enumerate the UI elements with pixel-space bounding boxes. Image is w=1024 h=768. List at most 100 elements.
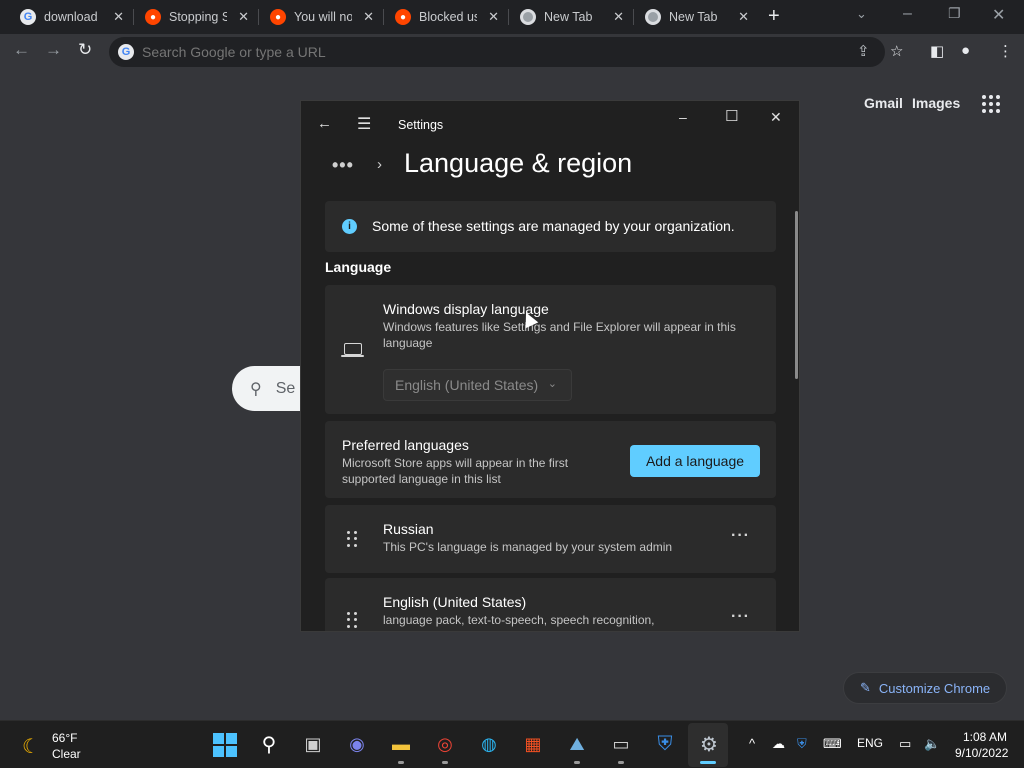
running-indicator	[442, 761, 448, 764]
running-indicator	[398, 761, 404, 764]
forward-icon[interactable]: →	[45, 40, 62, 60]
file-explorer-icon[interactable]: ▬	[388, 731, 414, 757]
settings-titlebar: ← ☰ Settings – ☐ ✕	[301, 101, 799, 149]
running-indicator	[618, 761, 624, 764]
back-icon[interactable]: ←	[13, 40, 30, 60]
settings-gear-icon[interactable]: ⚙	[696, 731, 722, 757]
google-icon: G	[20, 9, 36, 25]
running-indicator	[574, 761, 580, 764]
close-icon[interactable]: ✕	[488, 9, 499, 25]
language-name: English (United States)	[383, 594, 527, 610]
hamburger-menu-icon[interactable]: ☰	[357, 114, 371, 134]
side-panel-icon[interactable]: ◧	[930, 42, 944, 60]
maximize-icon[interactable]: ☐	[725, 107, 738, 125]
back-icon[interactable]: ←	[317, 115, 332, 132]
close-icon[interactable]: ✕	[613, 9, 624, 25]
apps-grid-icon[interactable]	[982, 95, 1000, 113]
close-icon[interactable]: ✕	[738, 9, 749, 25]
tab-search-icon[interactable]: ⌄	[856, 6, 867, 22]
edge-icon[interactable]: ◍	[476, 731, 502, 757]
browser-tab[interactable]: G download ✕	[0, 0, 134, 34]
weather-condition[interactable]: Clear	[52, 747, 81, 761]
language-detail: This PC's language is managed by your sy…	[383, 540, 673, 554]
gmail-link[interactable]: Gmail	[864, 95, 903, 111]
tab-title: Stopping S	[169, 10, 227, 24]
tab-title: You will no	[294, 10, 352, 24]
address-input[interactable]	[142, 44, 742, 60]
share-icon[interactable]: ⇪	[857, 42, 870, 60]
scrollbar[interactable]	[795, 211, 798, 379]
settings-window: ← ☰ Settings – ☐ ✕ ••• › Language & regi…	[300, 100, 800, 632]
taskbar: ☾ 66°F Clear ⚲ ▣ ◉ ▬ ◎ ◍ ▦ ⛰ ▭ ⛨ ⚙ ^ ☁ ⛨…	[0, 720, 1024, 768]
info-icon: i	[342, 219, 357, 234]
display-language-dropdown[interactable]: English (United States) ⌄	[383, 369, 572, 401]
preferred-languages-card: Preferred languages Microsoft Store apps…	[325, 421, 776, 498]
laptop-icon	[341, 343, 364, 357]
chrome-icon	[645, 9, 661, 25]
search-icon[interactable]: ⚲	[256, 731, 282, 757]
keyboard-icon[interactable]: ⌨	[823, 736, 842, 752]
browser-tab[interactable]: New Tab ✕	[500, 0, 634, 34]
new-tab-button[interactable]: +	[768, 5, 780, 28]
bookmark-star-icon[interactable]: ☆	[890, 42, 903, 60]
clock-date[interactable]: 9/10/2022	[955, 746, 1008, 760]
network-icon[interactable]: ▭	[899, 736, 911, 752]
more-options-icon[interactable]: ···	[731, 608, 750, 626]
browser-tab[interactable]: ● Blocked us ✕	[375, 0, 509, 34]
tab-title: download	[44, 10, 98, 24]
reddit-icon: ●	[270, 9, 286, 25]
close-icon[interactable]: ✕	[238, 9, 249, 25]
list-item[interactable]: Russian This PC's language is managed by…	[325, 505, 776, 573]
chat-icon[interactable]: ◉	[344, 731, 370, 757]
close-window-icon[interactable]: ✕	[770, 109, 782, 126]
menu-icon[interactable]: ⋮	[998, 42, 1013, 60]
display-language-subtitle: Windows features like Settings and File …	[383, 320, 736, 334]
terminal-icon[interactable]: ▭	[608, 731, 634, 757]
volume-icon[interactable]: 🔈	[924, 736, 940, 752]
active-indicator	[700, 761, 716, 764]
show-hidden-icons-chevron-icon[interactable]: ^	[749, 736, 755, 751]
browser-tab[interactable]: ● Stopping S ✕	[125, 0, 259, 34]
chrome-icon	[520, 9, 536, 25]
breadcrumb-overflow-icon[interactable]: •••	[332, 155, 354, 176]
list-item[interactable]: English (United States) language pack, t…	[325, 578, 776, 631]
language-detail: language pack, text-to-speech, speech re…	[383, 613, 655, 627]
minimize-icon[interactable]: –	[903, 5, 912, 23]
restore-icon[interactable]: ❐	[948, 5, 961, 22]
photos-icon[interactable]: ⛰	[564, 731, 590, 757]
customize-chrome-button[interactable]: ✎ Customize Chrome	[843, 672, 1007, 704]
cloud-offline-icon[interactable]: ☁	[772, 736, 785, 752]
browser-tab-active[interactable]: New Tab ✕	[625, 0, 759, 34]
profile-icon[interactable]: ●	[961, 42, 970, 59]
store-icon[interactable]: ▦	[520, 731, 546, 757]
window-title: Settings	[398, 118, 444, 132]
task-view-icon[interactable]: ▣	[300, 731, 326, 757]
windows-start-icon[interactable]	[213, 733, 237, 757]
tab-title: New Tab	[544, 10, 593, 24]
chrome-icon[interactable]: ◎	[432, 731, 458, 757]
add-language-button[interactable]: Add a language	[630, 445, 760, 477]
tab-strip: G download ✕ ● Stopping S ✕ ● You will n…	[0, 0, 1024, 34]
security-shield-icon[interactable]: ⛨	[652, 731, 678, 757]
input-language[interactable]: ENG	[857, 736, 883, 750]
images-link[interactable]: Images	[912, 95, 960, 111]
moon-icon[interactable]: ☾	[22, 734, 40, 759]
drag-handle-icon[interactable]	[347, 612, 358, 628]
preferred-languages-subtitle: supported language in this list	[342, 472, 501, 486]
tab-title: New Tab	[669, 10, 718, 24]
browser-tab[interactable]: ● You will no ✕	[250, 0, 384, 34]
drag-handle-icon[interactable]	[347, 531, 358, 547]
page-title: Language & region	[404, 148, 633, 178]
more-options-icon[interactable]: ···	[731, 527, 750, 545]
reddit-icon: ●	[145, 9, 161, 25]
defender-warning-icon[interactable]: ⛨	[797, 736, 807, 752]
clock-time[interactable]: 1:08 AM	[963, 730, 1007, 744]
close-icon[interactable]: ✕	[363, 9, 374, 25]
close-window-icon[interactable]: ✕	[992, 5, 1005, 25]
chevron-down-icon: ⌄	[547, 378, 557, 390]
close-icon[interactable]: ✕	[113, 9, 124, 25]
address-bar[interactable]: G ⇪	[109, 37, 885, 67]
minimize-icon[interactable]: –	[679, 109, 687, 125]
reload-icon[interactable]: ↻	[78, 40, 92, 60]
weather-temperature[interactable]: 66°F	[52, 731, 77, 745]
